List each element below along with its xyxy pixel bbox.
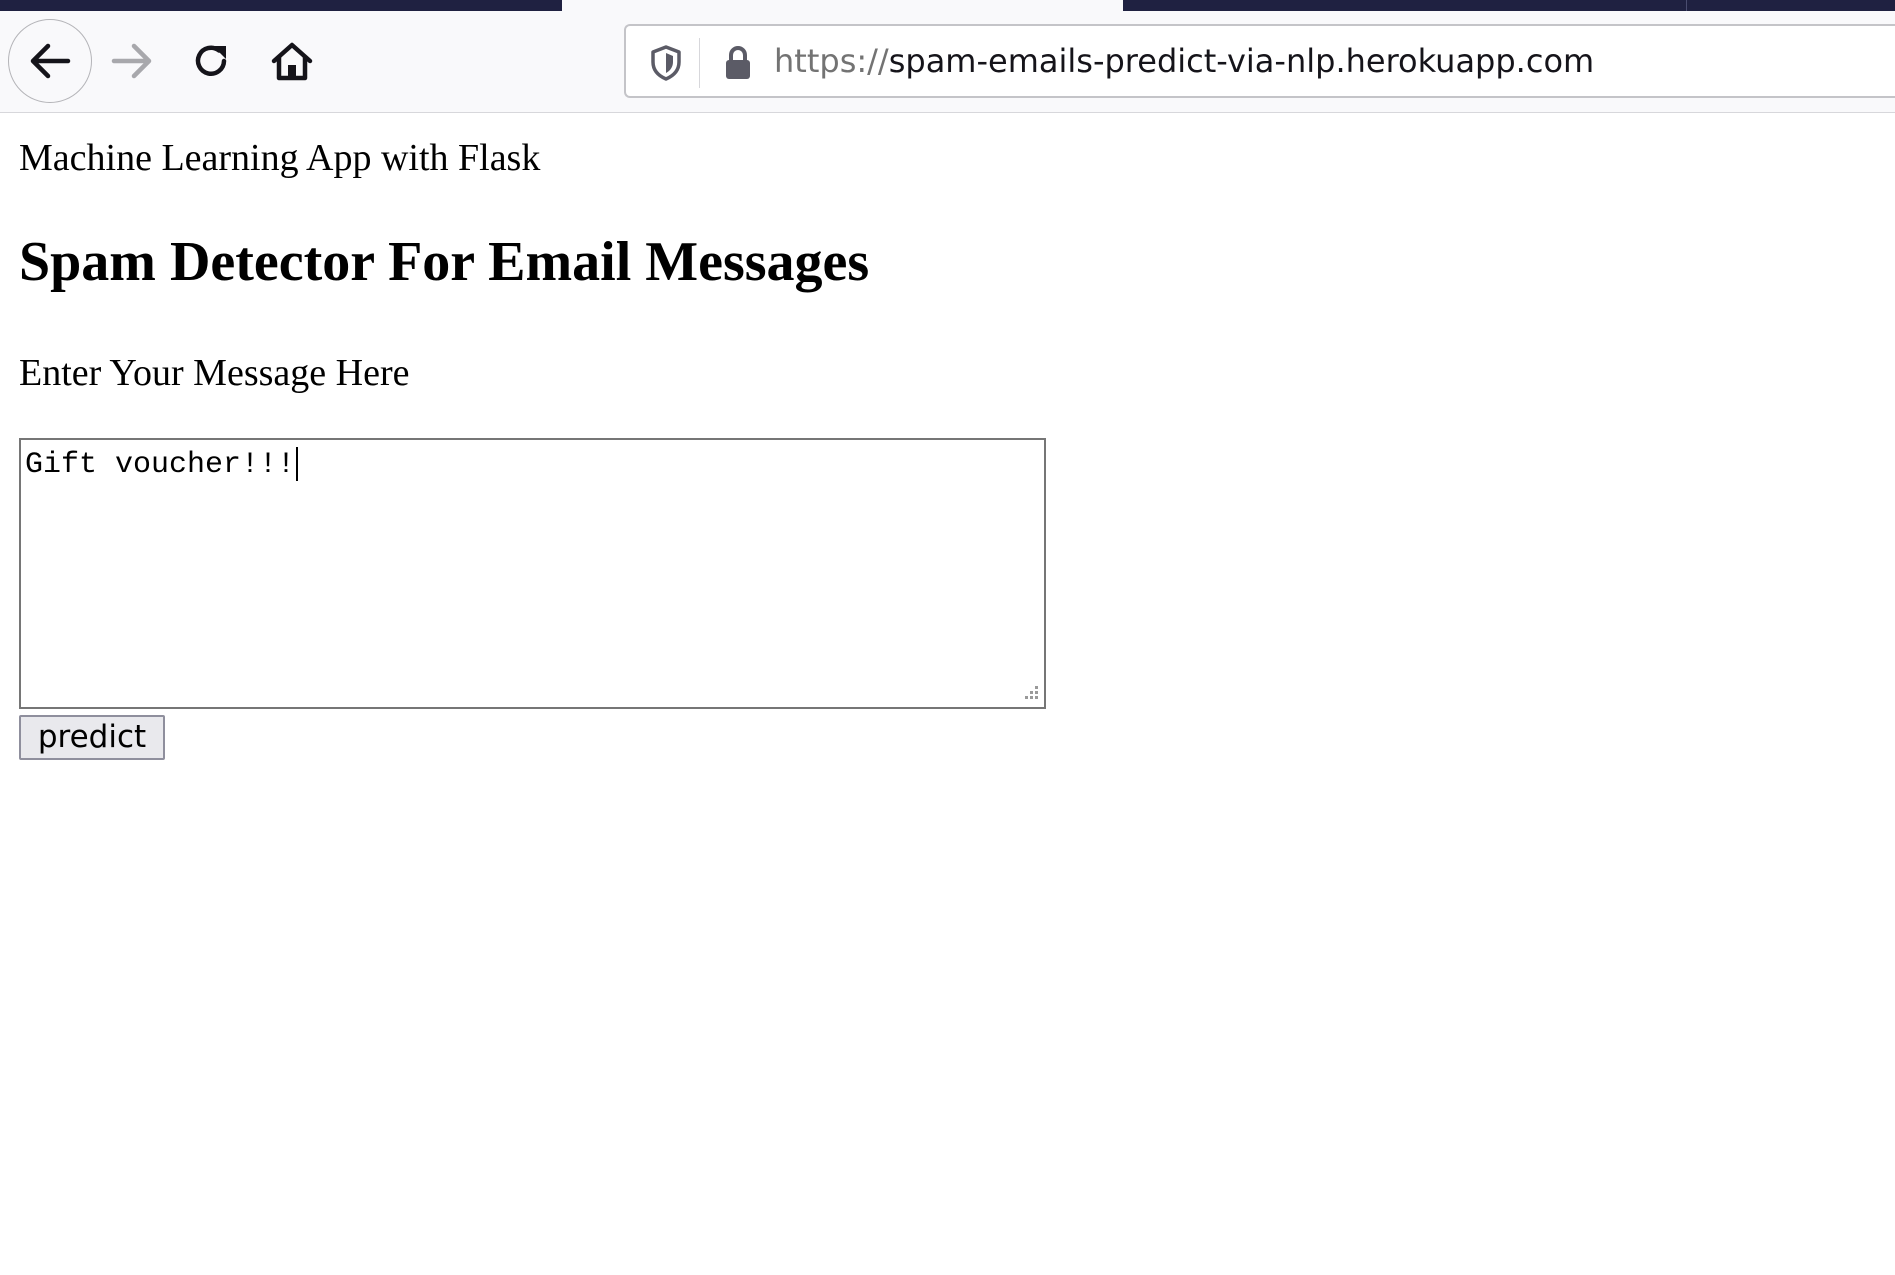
predict-button[interactable]: predict — [19, 715, 165, 760]
home-icon — [271, 42, 313, 81]
back-button[interactable] — [8, 19, 92, 103]
message-label: Enter Your Message Here — [19, 352, 410, 394]
arrow-right-icon — [111, 43, 152, 79]
message-textarea[interactable]: Gift voucher!!! — [19, 438, 1046, 709]
text-caret — [296, 447, 299, 482]
message-value: Gift voucher!!! — [25, 448, 296, 482]
arrow-left-icon — [30, 43, 71, 79]
app-subtitle: Machine Learning App with Flask — [19, 137, 541, 179]
reload-button[interactable] — [184, 31, 240, 91]
reload-icon — [195, 45, 227, 76]
url-host: spam-emails-predict-via-nlp.herokuapp.co… — [888, 42, 1595, 80]
home-button[interactable] — [264, 31, 320, 91]
tab-strip — [0, 0, 1895, 11]
url-separator — [699, 38, 700, 88]
resize-grip-icon[interactable] — [1020, 683, 1040, 703]
url-scheme: https:// — [774, 42, 889, 80]
tab-active[interactable] — [562, 0, 1123, 11]
forward-button[interactable] — [104, 31, 160, 91]
page-title: Spam Detector For Email Messages — [19, 231, 870, 293]
url-bar[interactable]: https://spam-emails-predict-via-nlp.hero… — [624, 24, 1895, 98]
navigation-toolbar: https://spam-emails-predict-via-nlp.hero… — [0, 11, 1895, 113]
message-text: Gift voucher!!! — [25, 445, 299, 485]
url-text[interactable]: https://spam-emails-predict-via-nlp.hero… — [774, 26, 1594, 96]
tab-divider — [1686, 0, 1687, 11]
shield-icon[interactable] — [648, 45, 684, 81]
lock-icon[interactable] — [720, 44, 756, 82]
page-content: Machine Learning App with Flask Spam Det… — [0, 114, 1895, 1275]
